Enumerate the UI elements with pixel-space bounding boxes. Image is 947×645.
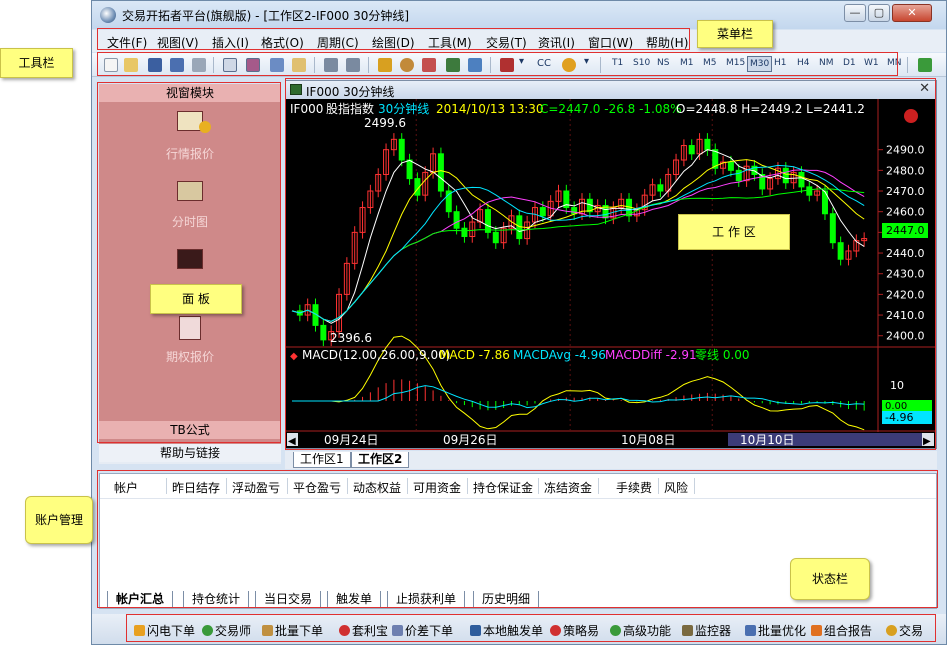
- toolbar-highlight: [97, 52, 898, 76]
- close-button[interactable]: ✕: [892, 4, 932, 22]
- toolbar-separator: [907, 57, 908, 73]
- tab-workspace-2[interactable]: 工作区2: [351, 452, 410, 468]
- panel-highlight: [97, 82, 281, 443]
- callout-menubar: 菜单栏: [697, 20, 773, 48]
- workarea-highlight: [285, 78, 936, 450]
- callout-account: 账户管理: [25, 496, 93, 544]
- callout-toolbar: 工具栏: [0, 48, 73, 78]
- app-logo-icon: [100, 7, 116, 23]
- help-links[interactable]: 帮助与链接: [99, 444, 281, 462]
- callout-workarea: 工 作 区: [678, 214, 790, 250]
- maximize-button[interactable]: ▢: [868, 4, 890, 22]
- tab-workspace-1[interactable]: 工作区1: [293, 452, 351, 468]
- callout-panel: 面 板: [150, 284, 242, 314]
- trade-signal-icon[interactable]: [918, 58, 932, 72]
- title-bar[interactable]: 交易开拓者平台(旗舰版) - [工作区2-IF000 30分钟线] — ▢ ✕: [92, 1, 946, 29]
- menubar-highlight: [97, 28, 690, 50]
- status-highlight: [126, 614, 936, 642]
- window-title: 交易开拓者平台(旗舰版) - [工作区2-IF000 30分钟线]: [122, 9, 410, 23]
- workspace-tabs: 工作区1 工作区2: [285, 451, 937, 469]
- callout-status: 状态栏: [790, 558, 870, 600]
- minimize-button[interactable]: —: [844, 4, 866, 22]
